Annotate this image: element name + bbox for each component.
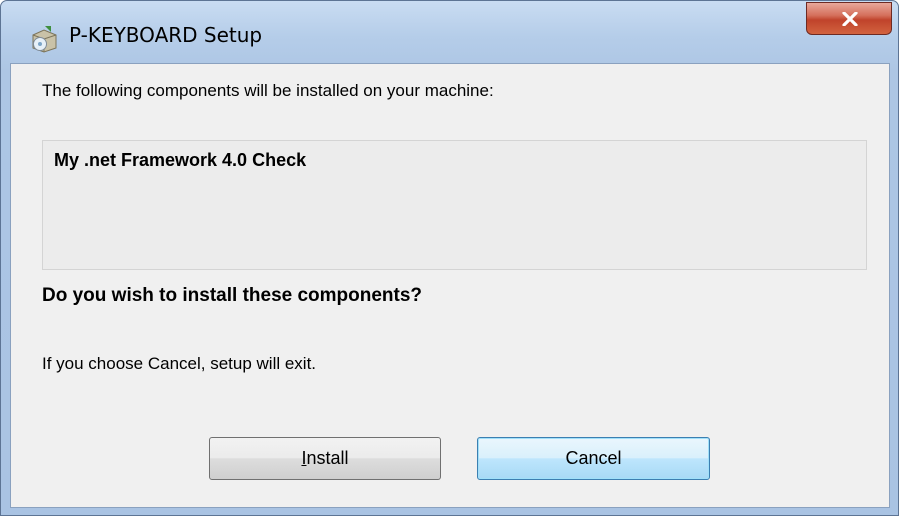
close-icon — [842, 12, 858, 26]
component-item: My .net Framework 4.0 Check — [54, 150, 307, 170]
intro-text: The following components will be install… — [42, 81, 494, 100]
window-title: P-KEYBOARD Setup — [69, 23, 263, 47]
cancel-label: Cancel — [565, 448, 622, 468]
install-question: Do you wish to install these components? — [42, 285, 423, 306]
setup-window: P-KEYBOARD Setup The following component… — [0, 0, 899, 516]
close-button[interactable] — [806, 2, 892, 35]
components-list: My .net Framework 4.0 Check — [42, 140, 867, 270]
cancel-button[interactable]: Cancel — [477, 437, 710, 480]
install-button[interactable]: Install — [209, 437, 441, 480]
setup-installer-icon — [29, 23, 59, 53]
install-label: nstall — [306, 448, 349, 468]
cancel-note: If you choose Cancel, setup will exit. — [42, 354, 317, 373]
title-bar[interactable]: P-KEYBOARD Setup — [1, 1, 898, 63]
